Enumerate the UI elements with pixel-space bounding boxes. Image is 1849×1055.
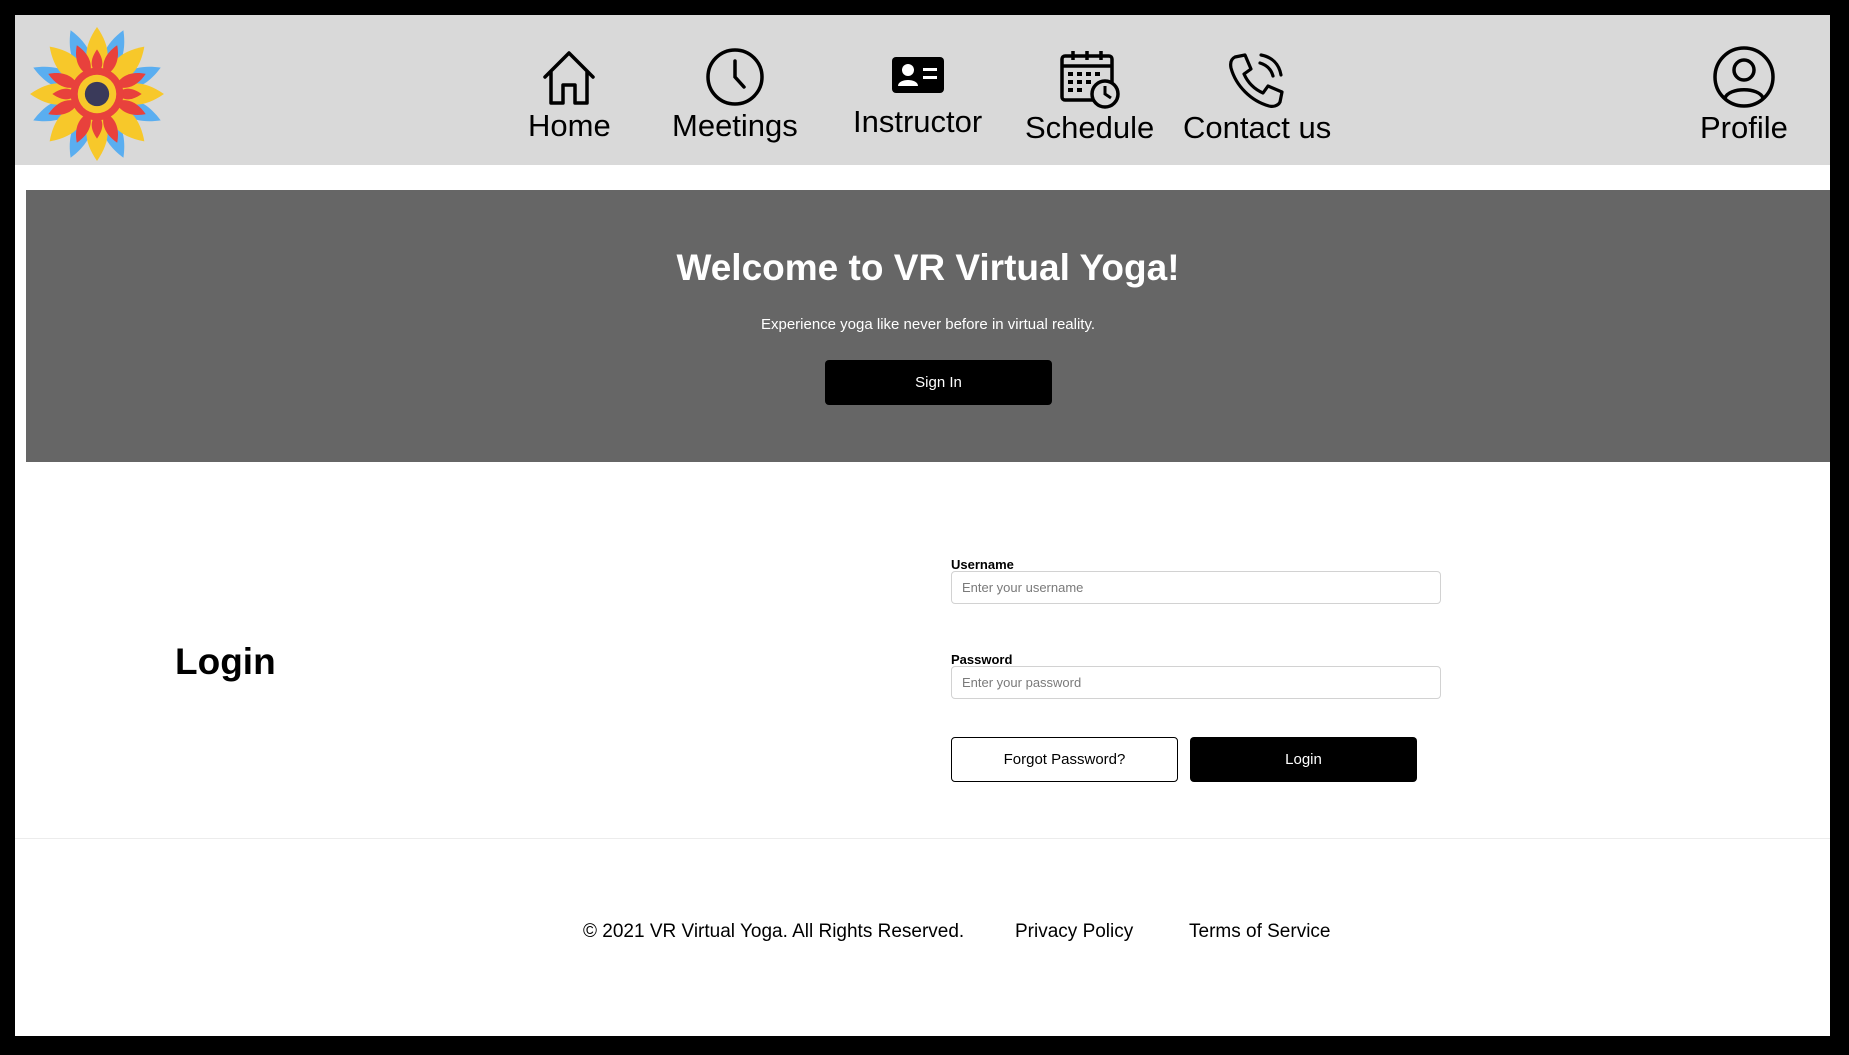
- nav-item-schedule[interactable]: Schedule: [1025, 49, 1154, 145]
- hero-subtitle: Experience yoga like never before in vir…: [760, 316, 1096, 333]
- nav-label-contact: Contact us: [1183, 110, 1332, 145]
- hero-title: Welcome to VR Virtual Yoga!: [676, 247, 1180, 288]
- nav-label-home: Home: [528, 108, 611, 143]
- privacy-policy-link[interactable]: Privacy Policy: [1015, 921, 1133, 943]
- nav-item-instructor[interactable]: Instructor: [853, 55, 982, 139]
- login-title: Login: [175, 641, 276, 682]
- nav-item-home[interactable]: Home: [528, 47, 611, 143]
- calendar-clock-icon: [1059, 51, 1120, 109]
- nav-label-schedule: Schedule: [1025, 110, 1155, 145]
- password-input[interactable]: [951, 666, 1441, 699]
- footer-divider: [15, 838, 1830, 839]
- id-card-icon: [891, 57, 944, 93]
- nav-label-profile: Profile: [1700, 110, 1788, 145]
- forgot-password-button[interactable]: Forgot Password?: [951, 737, 1178, 782]
- nav-label-instructor: Instructor: [853, 104, 983, 139]
- hero-banner: Welcome to VR Virtual Yoga! Experience y…: [26, 190, 1830, 462]
- terms-of-service-link[interactable]: Terms of Service: [1189, 921, 1330, 943]
- nav-item-contact[interactable]: Contact us: [1183, 51, 1331, 145]
- clock-icon: [706, 48, 764, 106]
- nav-item-profile[interactable]: Profile: [1700, 45, 1788, 145]
- mandala-logo-icon[interactable]: [26, 23, 168, 165]
- user-circle-icon: [1713, 46, 1775, 108]
- sign-in-button[interactable]: Sign In: [825, 360, 1052, 405]
- login-button[interactable]: Login: [1190, 737, 1417, 782]
- home-icon: [543, 51, 596, 105]
- page-frame: Home Meetings Instructor Schedule Contac…: [15, 15, 1830, 1036]
- footer-copyright: © 2021 VR Virtual Yoga. All Rights Reser…: [583, 921, 965, 942]
- top-nav: Home Meetings Instructor Schedule Contac…: [15, 15, 1830, 165]
- username-input[interactable]: [951, 571, 1441, 604]
- nav-label-meetings: Meetings: [672, 108, 798, 143]
- phone-icon: [1229, 53, 1284, 108]
- nav-item-meetings[interactable]: Meetings: [672, 47, 798, 143]
